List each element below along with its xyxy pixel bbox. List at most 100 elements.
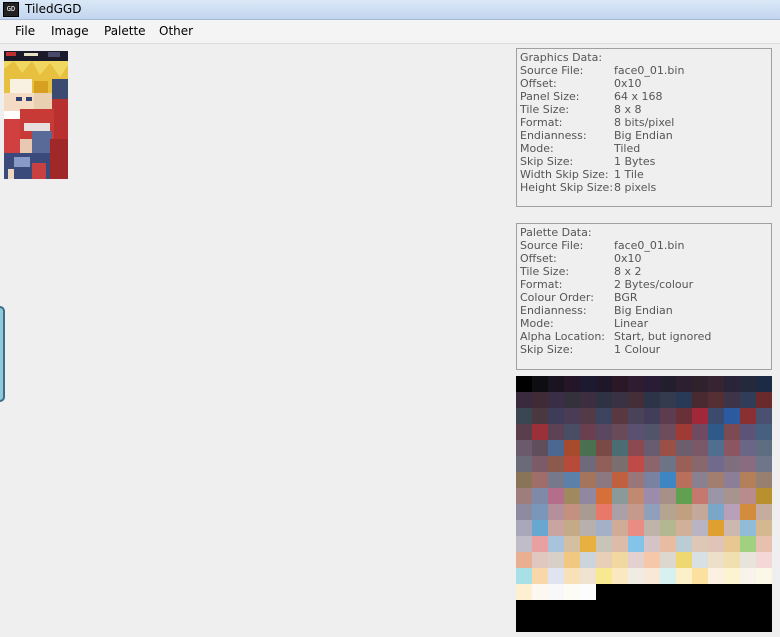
- palette-swatch[interactable]: [660, 536, 676, 552]
- palette-swatch[interactable]: [548, 536, 564, 552]
- palette-swatch[interactable]: [692, 376, 708, 392]
- palette-swatch[interactable]: [628, 424, 644, 440]
- palette-swatch[interactable]: [596, 376, 612, 392]
- menu-image[interactable]: Image: [48, 24, 92, 38]
- palette-swatch[interactable]: [692, 568, 708, 584]
- graphics-canvas[interactable]: [4, 51, 68, 179]
- palette-swatch[interactable]: [596, 504, 612, 520]
- palette-swatch[interactable]: [580, 408, 596, 424]
- palette-swatch[interactable]: [660, 456, 676, 472]
- palette-swatch[interactable]: [532, 552, 548, 568]
- palette-swatch[interactable]: [644, 488, 660, 504]
- palette-swatch[interactable]: [548, 552, 564, 568]
- palette-swatch[interactable]: [612, 456, 628, 472]
- palette-swatch[interactable]: [708, 552, 724, 568]
- palette-swatch[interactable]: [692, 536, 708, 552]
- palette-swatch[interactable]: [612, 568, 628, 584]
- palette-swatch[interactable]: [628, 456, 644, 472]
- palette-swatch[interactable]: [756, 504, 772, 520]
- palette-swatch[interactable]: [660, 488, 676, 504]
- palette-swatch[interactable]: [596, 424, 612, 440]
- palette-swatch[interactable]: [644, 584, 660, 600]
- palette-swatch[interactable]: [612, 424, 628, 440]
- palette-swatch[interactable]: [708, 488, 724, 504]
- palette-swatch[interactable]: [532, 408, 548, 424]
- palette-swatch[interactable]: [564, 440, 580, 456]
- palette-swatch[interactable]: [548, 520, 564, 536]
- palette-swatch[interactable]: [628, 392, 644, 408]
- palette-swatch[interactable]: [724, 584, 740, 600]
- palette-swatch[interactable]: [724, 536, 740, 552]
- palette-swatch[interactable]: [644, 472, 660, 488]
- palette-swatch[interactable]: [516, 456, 532, 472]
- palette-swatch[interactable]: [644, 568, 660, 584]
- side-panel-handle[interactable]: [0, 306, 5, 402]
- palette-swatch[interactable]: [612, 376, 628, 392]
- palette-swatch[interactable]: [628, 488, 644, 504]
- palette-swatch[interactable]: [516, 392, 532, 408]
- palette-swatch[interactable]: [580, 568, 596, 584]
- palette-swatch[interactable]: [532, 440, 548, 456]
- palette-swatch[interactable]: [740, 536, 756, 552]
- palette-swatch[interactable]: [644, 456, 660, 472]
- palette-swatch[interactable]: [676, 456, 692, 472]
- palette-swatch[interactable]: [724, 408, 740, 424]
- palette-swatch[interactable]: [708, 584, 724, 600]
- palette-swatch[interactable]: [516, 504, 532, 520]
- palette-swatch[interactable]: [644, 504, 660, 520]
- palette-swatch[interactable]: [580, 536, 596, 552]
- palette-swatch[interactable]: [564, 488, 580, 504]
- palette-swatch[interactable]: [740, 376, 756, 392]
- palette-swatch[interactable]: [724, 424, 740, 440]
- palette-swatch[interactable]: [756, 376, 772, 392]
- palette-swatch[interactable]: [580, 424, 596, 440]
- palette-swatch[interactable]: [724, 376, 740, 392]
- palette-swatch[interactable]: [612, 392, 628, 408]
- palette-swatch[interactable]: [532, 488, 548, 504]
- palette-swatch[interactable]: [612, 536, 628, 552]
- palette-swatch[interactable]: [628, 504, 644, 520]
- palette-swatch[interactable]: [644, 552, 660, 568]
- palette-swatch[interactable]: [644, 536, 660, 552]
- palette-swatch[interactable]: [548, 440, 564, 456]
- palette-swatch[interactable]: [756, 472, 772, 488]
- palette-swatch[interactable]: [564, 536, 580, 552]
- palette-swatch[interactable]: [724, 488, 740, 504]
- palette-swatch[interactable]: [756, 408, 772, 424]
- palette-swatch[interactable]: [532, 536, 548, 552]
- palette-swatch[interactable]: [660, 472, 676, 488]
- palette-swatch[interactable]: [756, 520, 772, 536]
- palette-swatch[interactable]: [756, 440, 772, 456]
- palette-swatch[interactable]: [564, 392, 580, 408]
- palette-swatch[interactable]: [516, 408, 532, 424]
- palette-swatch[interactable]: [612, 584, 628, 600]
- palette-swatch[interactable]: [692, 424, 708, 440]
- palette-swatch[interactable]: [740, 488, 756, 504]
- palette-swatch[interactable]: [708, 472, 724, 488]
- palette-swatch[interactable]: [708, 568, 724, 584]
- palette-swatch[interactable]: [660, 392, 676, 408]
- palette-swatch[interactable]: [660, 376, 676, 392]
- palette-swatch[interactable]: [692, 392, 708, 408]
- palette-swatch[interactable]: [708, 520, 724, 536]
- palette-swatch[interactable]: [580, 440, 596, 456]
- palette-swatch[interactable]: [532, 520, 548, 536]
- palette-swatch[interactable]: [740, 440, 756, 456]
- palette-swatch[interactable]: [660, 584, 676, 600]
- palette-swatch[interactable]: [660, 408, 676, 424]
- palette-swatch[interactable]: [564, 376, 580, 392]
- palette-swatch[interactable]: [628, 472, 644, 488]
- palette-swatch[interactable]: [516, 552, 532, 568]
- palette-swatch[interactable]: [548, 408, 564, 424]
- palette-swatch[interactable]: [740, 424, 756, 440]
- palette-swatch[interactable]: [692, 440, 708, 456]
- palette-swatch[interactable]: [532, 392, 548, 408]
- palette-swatch[interactable]: [708, 536, 724, 552]
- palette-swatch[interactable]: [708, 376, 724, 392]
- palette-swatch[interactable]: [564, 472, 580, 488]
- palette-swatch[interactable]: [740, 552, 756, 568]
- palette-swatch[interactable]: [676, 488, 692, 504]
- palette-swatch[interactable]: [644, 520, 660, 536]
- palette-swatch[interactable]: [596, 536, 612, 552]
- palette-swatch[interactable]: [612, 504, 628, 520]
